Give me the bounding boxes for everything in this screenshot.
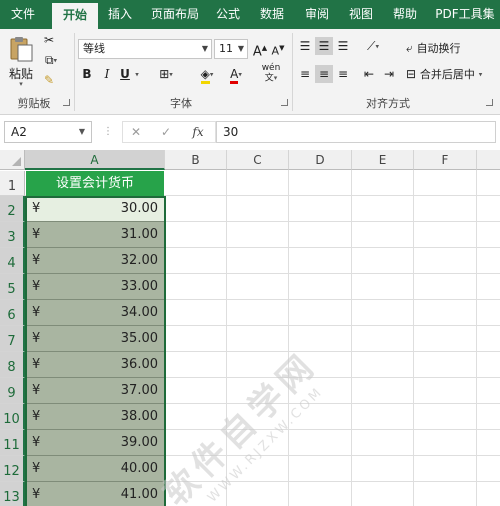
column-header-f[interactable]: F: [414, 150, 477, 170]
font-size-value: 11: [219, 42, 233, 55]
column-header-b[interactable]: B: [165, 150, 227, 170]
merge-center-button[interactable]: ⊟ 合并后居中 ▾: [406, 65, 500, 83]
tab-help[interactable]: 帮助: [386, 0, 424, 29]
wrap-text-icon: ⤶: [406, 41, 413, 55]
format-painter-icon[interactable]: ✎: [40, 71, 58, 89]
top-align-icon[interactable]: ☰: [296, 37, 314, 55]
font-launcher-icon[interactable]: [281, 99, 288, 106]
merge-center-icon: ⊟: [406, 67, 417, 81]
clipboard-icon: [10, 37, 33, 62]
bottom-align-icon[interactable]: ☰: [334, 37, 352, 55]
ribbon-tab-bar: 文件 开始 插入 页面布局 公式 数据 审阅 视图 帮助 PDF工具集: [0, 0, 500, 29]
clipboard-group-label: 剪贴板: [17, 97, 51, 110]
paste-button[interactable]: 粘贴 ▾: [6, 33, 36, 88]
middle-align-icon[interactable]: ☰: [315, 37, 333, 55]
column-header-e[interactable]: E: [352, 150, 414, 170]
row-header[interactable]: 9: [0, 378, 25, 404]
tab-pdf-tools[interactable]: PDF工具集: [430, 0, 500, 29]
tab-review[interactable]: 审阅: [298, 0, 336, 29]
selection-border: [25, 196, 166, 506]
cancel-icon[interactable]: ✕: [128, 121, 144, 143]
copy-icon[interactable]: ⧉▾: [40, 51, 62, 70]
cut-icon[interactable]: ✂: [40, 31, 58, 49]
shrink-font-icon[interactable]: A▼: [270, 39, 286, 61]
formula-bar-grip-icon: ⋮: [103, 124, 113, 140]
italic-button[interactable]: I: [100, 65, 114, 83]
row-header[interactable]: 4: [0, 248, 25, 274]
bold-button[interactable]: B: [80, 65, 94, 83]
align-right-icon[interactable]: ≡: [334, 65, 352, 83]
alignment-launcher-icon[interactable]: [486, 99, 493, 106]
ribbon: 粘贴 ▾ ✂ ⧉▾ ✎ 剪贴板 等线 ▼ 11 ▼ A▲ A▼ B I U ▾ …: [0, 29, 500, 115]
tab-file[interactable]: 文件: [0, 0, 46, 29]
row-header[interactable]: 6: [0, 300, 25, 326]
borders-icon[interactable]: ⊞▾: [154, 65, 178, 84]
underline-dropdown-icon[interactable]: ▾: [132, 65, 142, 84]
row-header[interactable]: 3: [0, 222, 25, 248]
tab-formulas[interactable]: 公式: [210, 0, 246, 29]
font-group-label: 字体: [170, 97, 192, 110]
decrease-indent-icon[interactable]: ⇤: [360, 65, 378, 83]
row-header[interactable]: 13: [0, 482, 25, 506]
row-header[interactable]: 12: [0, 456, 25, 482]
increase-indent-icon[interactable]: ⇥: [380, 65, 398, 83]
column-header-c[interactable]: C: [227, 150, 289, 170]
tab-view[interactable]: 视图: [342, 0, 380, 29]
tab-home[interactable]: 开始: [52, 3, 98, 29]
underline-button[interactable]: U: [118, 65, 132, 83]
tab-insert[interactable]: 插入: [100, 0, 140, 29]
font-size-select[interactable]: 11 ▼: [214, 39, 248, 59]
name-box[interactable]: A2 ▼: [4, 121, 92, 143]
row-header[interactable]: 2: [0, 196, 25, 222]
column-header-g[interactable]: [477, 150, 500, 170]
tab-page-layout[interactable]: 页面布局: [144, 0, 206, 29]
formula-input[interactable]: 30: [216, 121, 496, 143]
clipboard-launcher-icon[interactable]: [63, 99, 70, 106]
wrap-text-button[interactable]: ⤶ 自动换行: [406, 39, 490, 57]
grow-font-icon[interactable]: A▲: [252, 39, 268, 61]
select-all-button[interactable]: [0, 150, 25, 170]
row-header[interactable]: 11: [0, 430, 25, 456]
orientation-icon[interactable]: ⟋▾: [360, 37, 386, 56]
row-header[interactable]: 7: [0, 326, 25, 352]
spreadsheet-grid: A B C D E F 1 2 ¥30.00 3 ¥31.00 4 ¥32.00 5 ¥33.0…: [0, 150, 500, 506]
alignment-group-label: 对齐方式: [366, 97, 410, 110]
fill-color-icon[interactable]: ◈▾: [194, 65, 220, 84]
name-box-dropdown-icon[interactable]: ▼: [79, 122, 85, 142]
font-name-value: 等线: [83, 42, 105, 55]
font-name-select[interactable]: 等线 ▼: [78, 39, 212, 59]
tab-data[interactable]: 数据: [252, 0, 292, 29]
align-center-icon[interactable]: ≡: [315, 65, 333, 83]
header-cell[interactable]: 设置会计货币: [26, 171, 164, 196]
phonetic-guide-icon[interactable]: wén 文▾: [258, 63, 284, 84]
enter-icon[interactable]: ✓: [158, 121, 174, 143]
insert-function-icon[interactable]: fx: [188, 121, 208, 143]
row-header[interactable]: 5: [0, 274, 25, 300]
column-header-d[interactable]: D: [289, 150, 352, 170]
row-header[interactable]: 10: [0, 404, 25, 430]
align-left-icon[interactable]: ≡: [296, 65, 314, 83]
font-color-button[interactable]: A▾: [224, 65, 248, 84]
row-header[interactable]: 8: [0, 352, 25, 378]
column-header-a[interactable]: A: [25, 150, 165, 170]
row-header[interactable]: 1: [0, 171, 25, 196]
